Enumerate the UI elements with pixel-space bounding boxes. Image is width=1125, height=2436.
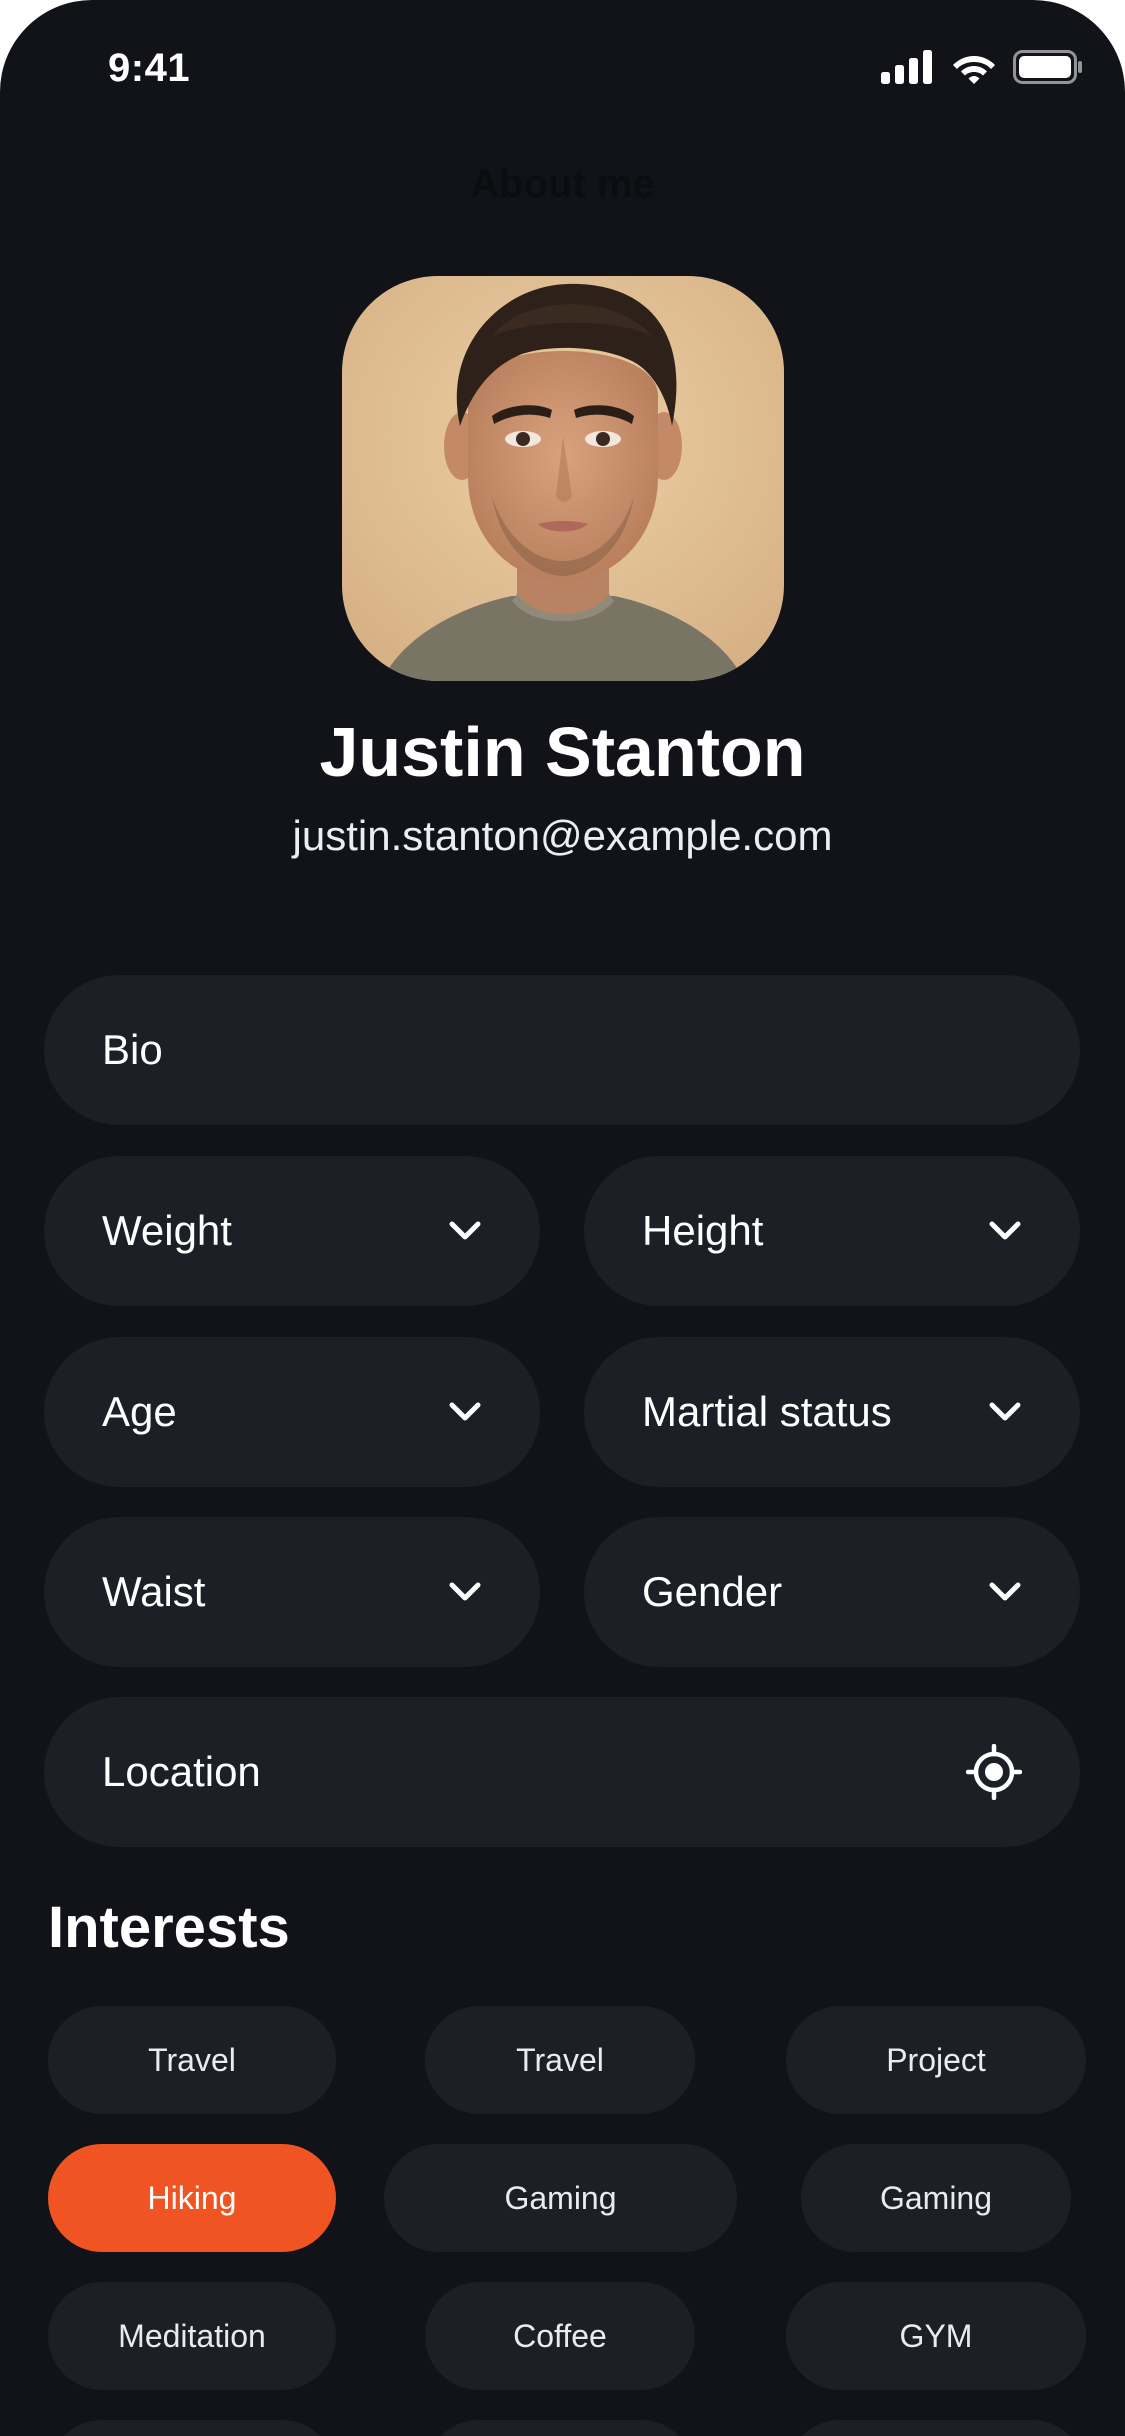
- location-field[interactable]: Location: [44, 1697, 1080, 1847]
- interest-chip[interactable]: Gaming: [801, 2144, 1071, 2252]
- interest-chip[interactable]: Travel: [425, 2006, 695, 2114]
- interest-chip[interactable]: GYM: [786, 2282, 1086, 2390]
- interest-chip-partial[interactable]: [48, 2420, 336, 2436]
- gender-dropdown[interactable]: Gender: [584, 1517, 1080, 1667]
- height-dropdown[interactable]: Height: [584, 1156, 1080, 1306]
- interest-chip-selected[interactable]: Hiking: [48, 2144, 336, 2252]
- weight-dropdown[interactable]: Weight: [44, 1156, 540, 1306]
- interest-chip-partial[interactable]: [425, 2420, 695, 2436]
- interest-chip[interactable]: Meditation: [48, 2282, 336, 2390]
- chevron-down-icon: [989, 1582, 1021, 1601]
- age-label: Age: [102, 1388, 177, 1435]
- profile-email: justin.stanton@example.com: [292, 812, 833, 859]
- interest-chip-partial[interactable]: [786, 2420, 1086, 2436]
- phone-screen: 9:41 About me Justin Stanton justin.stan…: [0, 0, 1125, 2436]
- page-title: About me: [470, 162, 655, 206]
- profile-photo: [342, 276, 784, 681]
- wifi-icon: [953, 56, 995, 84]
- interest-chip[interactable]: Gaming: [384, 2144, 737, 2252]
- status-icons: [881, 50, 1083, 84]
- bio-label: Bio: [102, 1026, 163, 1073]
- crosshair-location-icon[interactable]: [966, 1744, 1022, 1800]
- marital-status-dropdown[interactable]: Martial status: [584, 1337, 1080, 1487]
- location-label: Location: [102, 1748, 261, 1795]
- battery-icon: [1013, 50, 1082, 84]
- interest-chip[interactable]: Travel: [48, 2006, 336, 2114]
- interest-chip[interactable]: Project: [786, 2006, 1086, 2114]
- chevron-down-icon: [449, 1582, 481, 1601]
- cellular-signal-icon: [881, 50, 932, 84]
- gender-label: Gender: [642, 1568, 783, 1615]
- bio-field[interactable]: Bio: [44, 975, 1080, 1125]
- chevron-down-icon: [449, 1402, 481, 1421]
- profile-name: Justin Stanton: [319, 713, 806, 791]
- interests-title: Interests: [48, 1895, 290, 1960]
- avatar[interactable]: [342, 276, 784, 681]
- chevron-down-icon: [449, 1221, 481, 1240]
- status-time: 9:41: [108, 46, 191, 90]
- chevron-down-icon: [989, 1402, 1021, 1421]
- chevron-down-icon: [989, 1221, 1021, 1240]
- weight-label: Weight: [102, 1207, 232, 1254]
- age-dropdown[interactable]: Age: [44, 1337, 540, 1487]
- height-label: Height: [642, 1207, 764, 1254]
- interest-chip[interactable]: Coffee: [425, 2282, 695, 2390]
- waist-dropdown[interactable]: Waist: [44, 1517, 540, 1667]
- marital-status-label: Martial status: [642, 1388, 892, 1435]
- waist-label: Waist: [102, 1568, 206, 1615]
